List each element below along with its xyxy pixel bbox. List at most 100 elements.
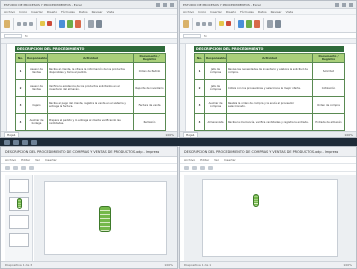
cylinder-shape[interactable] (253, 194, 259, 207)
shape-icon[interactable] (200, 165, 205, 170)
sort-filter-icon[interactable] (96, 19, 102, 28)
sheet-area[interactable]: DESCRIPCION DEL PROCEDIMIENTO No. Respon… (180, 39, 356, 131)
cell-responsable[interactable]: Asesor de Ventas (25, 62, 48, 80)
menu-item[interactable]: Diseño (226, 10, 236, 14)
format-table-icon[interactable] (246, 19, 252, 28)
menu-item[interactable]: Archivo (184, 158, 195, 162)
minimize-icon[interactable] (335, 2, 339, 7)
italic-icon[interactable] (23, 21, 27, 26)
taskbar-app-icon[interactable] (13, 139, 19, 145)
cell-no[interactable]: 3 (15, 96, 26, 114)
cell-registro[interactable]: Reporte de inventario (133, 79, 166, 97)
close-icon[interactable] (349, 2, 353, 7)
menu-item[interactable]: Archivo (4, 10, 15, 14)
cell-responsable[interactable]: Auxiliar de compras (204, 96, 227, 114)
slide-thumbnail[interactable] (8, 215, 29, 229)
cell-no[interactable]: 3 (194, 96, 205, 114)
fill-color-icon[interactable] (40, 21, 45, 26)
font-color-icon[interactable] (47, 21, 52, 26)
menu-item[interactable]: Archivo (183, 10, 194, 14)
cylinder-shape[interactable] (99, 206, 111, 232)
cell-actividad[interactable]: Recibe la mercancía, verifica cantidades… (226, 113, 313, 131)
cell-responsable[interactable]: Jefe de compras (204, 79, 227, 97)
cell-no[interactable]: 4 (15, 113, 26, 131)
taskbar-app-icon[interactable] (22, 139, 28, 145)
slide-canvas[interactable] (34, 175, 177, 261)
cell-actividad[interactable]: Realiza la orden de compra y la envía al… (226, 96, 313, 114)
cell-responsable[interactable]: Asesor de Ventas (25, 79, 48, 97)
zoom-level[interactable]: 100% (165, 133, 174, 137)
cell-actividad[interactable]: Recibe el pago del cliente, registra la … (47, 96, 134, 114)
maximize-icon[interactable] (342, 2, 346, 7)
menu-item[interactable]: Editar (200, 158, 209, 162)
sheet-tab[interactable]: Hoja1 (183, 131, 198, 137)
cell-registro[interactable]: Orden de compra (312, 96, 345, 114)
minimize-icon[interactable] (156, 2, 160, 7)
sort-filter-icon[interactable] (275, 19, 281, 28)
cell-registro[interactable]: Remisión (133, 113, 166, 131)
cell-responsable[interactable]: Jefe de compras (204, 62, 227, 80)
italic-icon[interactable] (202, 21, 206, 26)
cell-actividad[interactable]: Revisa las necesidades de inventario y e… (226, 62, 313, 80)
cell-no[interactable]: 4 (194, 113, 205, 131)
cell-no[interactable]: 2 (15, 79, 26, 97)
menu-item[interactable]: Diseño (47, 10, 57, 14)
cell-actividad[interactable]: Prepara el pedido y lo entrega al client… (47, 113, 134, 131)
cell-actividad[interactable]: Recibe al cliente, le ofrece la informac… (47, 62, 134, 80)
slide[interactable] (44, 181, 167, 255)
bold-icon[interactable] (17, 21, 21, 26)
font-color-icon[interactable] (226, 21, 231, 26)
cell-no[interactable]: 1 (194, 62, 205, 80)
cell-registro[interactable]: Factura de venta (133, 96, 166, 114)
menu-item[interactable]: Editar (21, 158, 30, 162)
menu-item[interactable]: Datos (258, 10, 267, 14)
shape-icon[interactable] (21, 165, 26, 170)
menu-item[interactable]: Vista (286, 10, 293, 14)
cell-registro[interactable]: Cotización (312, 79, 345, 97)
new-slide-icon[interactable] (184, 165, 189, 170)
underline-icon[interactable] (208, 21, 212, 26)
slide-canvas[interactable] (184, 175, 356, 261)
sheet-area[interactable]: DESCRIPCION DEL PROCEDIMIENTO No. Respon… (1, 39, 177, 131)
insert-cells-icon[interactable] (88, 19, 94, 28)
menu-item[interactable]: Ver (214, 158, 219, 162)
cell-registro[interactable]: Solicitud (312, 62, 345, 80)
menu-item[interactable]: Fórmulas (61, 10, 75, 14)
cell-registro[interactable]: Entrada de almacén (312, 113, 345, 131)
taskbar-app-icon[interactable] (31, 139, 37, 145)
format-table-icon[interactable] (67, 19, 73, 28)
start-icon[interactable] (4, 139, 10, 145)
menu-item[interactable]: Insertar (45, 158, 57, 162)
menu-item[interactable]: Vista (107, 10, 114, 14)
image-icon[interactable] (208, 165, 213, 170)
close-icon[interactable] (170, 2, 174, 7)
cell-actividad[interactable]: Verifica la existencia de los productos … (47, 79, 134, 97)
new-slide-icon[interactable] (5, 165, 10, 170)
cell-responsable[interactable]: Almacenista (204, 113, 227, 131)
cell-responsable[interactable]: Auxiliar de bodega (25, 113, 48, 131)
cell-no[interactable]: 2 (194, 79, 205, 97)
bold-icon[interactable] (196, 21, 200, 26)
image-icon[interactable] (29, 165, 34, 170)
menu-item[interactable]: Revisar (92, 10, 103, 14)
cell-styles-icon[interactable] (75, 19, 81, 28)
fill-color-icon[interactable] (219, 21, 224, 26)
underline-icon[interactable] (29, 21, 33, 26)
zoom-level[interactable]: 100% (343, 263, 352, 267)
cell-styles-icon[interactable] (254, 19, 260, 28)
sheet-tab[interactable]: Hoja1 (4, 131, 19, 137)
conditional-format-icon[interactable] (238, 19, 244, 28)
text-box-icon[interactable] (13, 165, 18, 170)
name-box[interactable] (183, 33, 201, 38)
paste-icon[interactable] (183, 19, 189, 28)
menu-item[interactable]: Datos (79, 10, 88, 14)
slide-thumbnail[interactable] (8, 233, 29, 247)
menu-item[interactable]: Inicio (198, 10, 206, 14)
menu-item[interactable]: Insertar (31, 10, 43, 14)
menu-item[interactable]: Revisar (271, 10, 282, 14)
slide-thumbnail[interactable] (8, 179, 29, 193)
name-box[interactable] (4, 33, 22, 38)
slide[interactable] (202, 179, 338, 257)
text-box-icon[interactable] (192, 165, 197, 170)
menu-item[interactable]: Insertar (224, 158, 236, 162)
